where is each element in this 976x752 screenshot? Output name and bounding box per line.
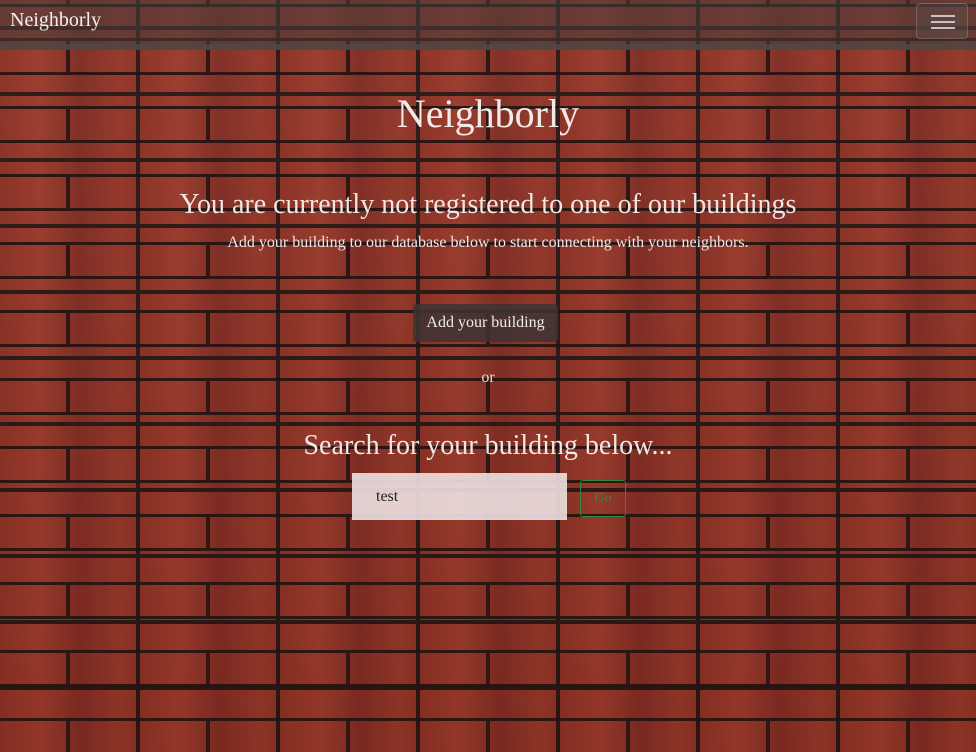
building-search-input[interactable] [352, 473, 567, 520]
search-heading: Search for your building below... [303, 430, 673, 461]
registration-subtext: Add your building to our database below … [227, 234, 749, 251]
menu-bar [931, 27, 955, 29]
main-content: Neighborly You are currently not registe… [0, 50, 976, 752]
menu-bar [931, 15, 955, 17]
page-title: Neighborly [396, 91, 580, 136]
add-building-button[interactable]: Add your building [413, 304, 558, 342]
navbar-brand[interactable]: Neighborly [10, 9, 101, 32]
menu-bar [931, 21, 955, 23]
navbar: Neighborly [0, 0, 976, 50]
registration-notice: You are currently not registered to one … [179, 189, 797, 220]
hamburger-menu-icon[interactable] [916, 3, 968, 39]
or-separator: or [481, 369, 495, 386]
search-go-button[interactable]: Go [580, 480, 626, 517]
